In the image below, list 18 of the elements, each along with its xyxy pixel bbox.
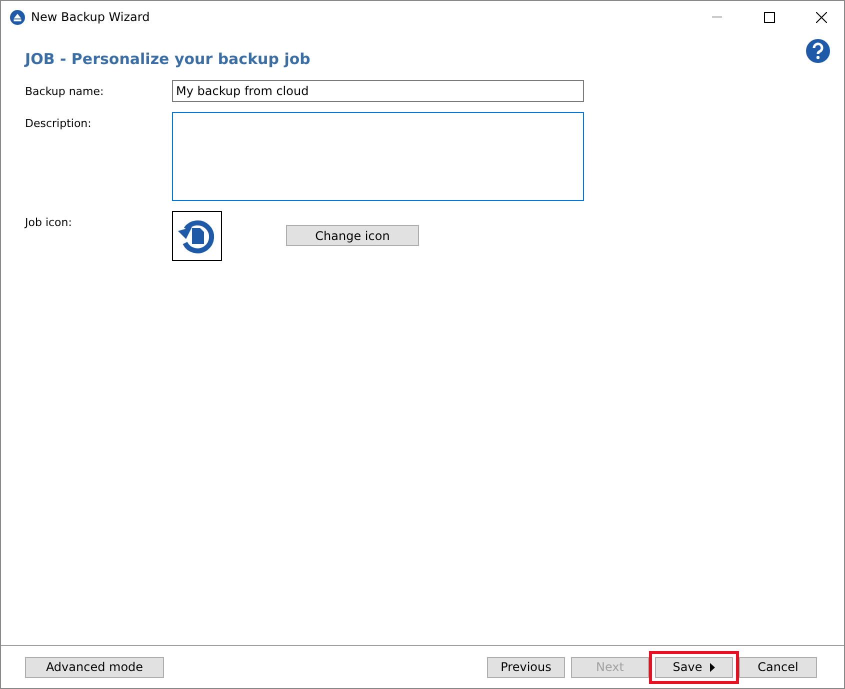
field-label: Job icon: [25, 215, 73, 229]
page-heading: JOB - Personalize your backup job [25, 50, 312, 68]
footer-button[interactable]: Save [655, 656, 733, 678]
description-field[interactable] [172, 112, 584, 201]
advanced-mode-button[interactable]: Advanced mode [25, 656, 164, 678]
field-label: Backup name: [25, 84, 105, 98]
change-icon-button[interactable]: Change icon [286, 225, 419, 246]
field-label: Description: [25, 116, 92, 130]
help-icon[interactable] [806, 39, 830, 63]
app-icon [10, 10, 25, 24]
backup-name-field[interactable]: My backup from cloud [172, 80, 584, 102]
maximize-icon[interactable] [764, 12, 774, 22]
caret-icon [710, 662, 716, 672]
close-icon[interactable] [816, 12, 826, 22]
job-icon [172, 211, 222, 261]
footer-button[interactable]: Previous [487, 656, 565, 678]
window-title: New Backup Wizard [31, 10, 151, 24]
footer-button[interactable]: Cancel [739, 656, 817, 678]
